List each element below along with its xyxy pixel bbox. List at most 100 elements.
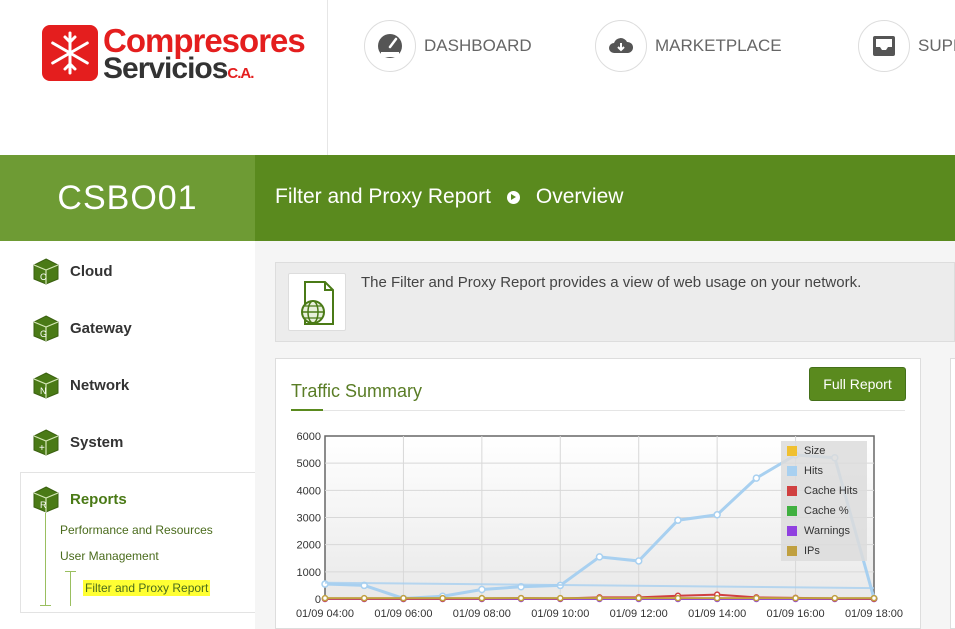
data-point	[792, 594, 799, 602]
nav-marketplace-label: MARKETPLACE	[655, 36, 782, 55]
cube-icon: +	[32, 428, 60, 456]
y-tick-label: 1000	[297, 567, 321, 579]
panel-title: Traffic Summary	[291, 381, 423, 401]
sidebar-sub-user-management[interactable]: User Management	[60, 549, 159, 563]
nav-support-label: SUPP	[918, 36, 955, 55]
top-header: Compresores ServiciosC.A. DASHBOARD MARK…	[0, 0, 955, 155]
logo-suffix: C.A.	[227, 65, 254, 82]
data-point	[439, 594, 446, 602]
data-point	[478, 585, 486, 594]
svg-text:N: N	[40, 386, 47, 396]
svg-text:C: C	[40, 272, 47, 282]
x-tick-label: 01/09 06:00	[374, 608, 432, 620]
sidebar-item-label: Cloud	[70, 262, 113, 280]
data-point	[400, 594, 407, 602]
svg-text:R: R	[40, 500, 47, 510]
sidebar-sub-filter-proxy[interactable]: Filter and Proxy Report	[83, 580, 211, 596]
data-point	[635, 594, 642, 602]
sidebar-item-label: System	[70, 433, 124, 451]
data-point	[831, 594, 839, 602]
sidebar-item-system[interactable]: + System	[32, 427, 123, 457]
x-tick-label: 01/09 14:00	[688, 608, 746, 620]
data-point	[596, 594, 603, 602]
x-axis-ticks: 01/09 04:00 01/09 06:00 01/09 08:00 01/09 1…	[296, 608, 903, 620]
cube-icon: G	[32, 314, 60, 342]
sidebar-sub-performance[interactable]: Performance and Resources	[60, 523, 213, 537]
breadcrumb-page: Overview	[535, 185, 624, 208]
cube-icon: N	[32, 371, 60, 399]
chart-legend: Size Hits Cache Hits Cache % Warnings IP…	[781, 441, 867, 561]
tree-tick	[40, 605, 51, 606]
info-text: The Filter and Proxy Report provides a v…	[361, 274, 862, 291]
data-point	[557, 594, 564, 602]
sidebar-item-cloud[interactable]: C Cloud	[32, 256, 113, 286]
y-tick-label: 6000	[297, 431, 321, 443]
download-cloud-icon	[595, 20, 647, 72]
cube-icon: C	[32, 257, 60, 285]
y-tick-label: 2000	[297, 540, 321, 552]
sidebar-item-label: Gateway	[70, 319, 132, 337]
x-tick-label: 01/09 16:00	[767, 608, 825, 620]
data-point	[321, 594, 329, 602]
breadcrumb-section[interactable]: Filter and Proxy Report	[275, 185, 491, 209]
x-tick-label: 01/09 04:00	[296, 608, 354, 620]
legend-item-hits: Hits	[787, 464, 823, 478]
sidebar-item-reports[interactable]: R Reports	[32, 484, 127, 514]
chevron-right-icon	[506, 190, 520, 204]
data-point	[753, 594, 760, 602]
nav-dashboard-label: DASHBOARD	[424, 36, 532, 55]
x-tick-label: 01/09 10:00	[531, 608, 589, 620]
y-tick-label: 4000	[297, 485, 321, 497]
nav-support[interactable]: SUPP	[858, 20, 955, 72]
svg-text:G: G	[40, 329, 47, 339]
legend-item-size: Size	[787, 444, 825, 458]
x-tick-label: 01/09 18:00	[845, 608, 903, 620]
nav-dashboard[interactable]: DASHBOARD	[364, 20, 532, 72]
y-tick-label: 0	[315, 594, 321, 606]
sidebar-item-network[interactable]: N Network	[32, 370, 129, 400]
legend-item-cache-percent: Cache %	[787, 504, 849, 518]
sidebar-item-label: Reports	[70, 490, 127, 508]
data-point	[478, 594, 486, 602]
cube-icon: R	[32, 485, 60, 513]
logo[interactable]: Compresores ServiciosC.A.	[0, 0, 328, 155]
data-point	[870, 594, 878, 602]
sidebar-item-label: Network	[70, 376, 130, 394]
legend-item-ips: IPs	[787, 544, 820, 558]
data-point	[634, 557, 643, 565]
side-panel	[950, 358, 955, 629]
sidebar-item-gateway[interactable]: G Gateway	[32, 313, 132, 343]
y-axis-ticks: 0 1000 2000 3000 4000 5000 6000	[297, 431, 321, 606]
panel-divider-accent	[291, 409, 323, 411]
site-name: CSBO01	[0, 155, 255, 241]
snowflake-icon	[42, 25, 98, 81]
tree-tick	[65, 571, 76, 572]
panel-divider	[291, 410, 905, 411]
data-point	[595, 553, 604, 561]
legend-item-cache-hits: Cache Hits	[787, 484, 858, 498]
tree-line	[70, 572, 71, 606]
data-point	[752, 474, 761, 482]
tree-line	[45, 513, 46, 606]
traffic-summary-panel: Traffic Summary Full Report 0 1000 2000 300…	[275, 358, 921, 629]
legend-item-warnings: Warnings	[787, 524, 850, 538]
globe-document-icon	[288, 273, 346, 331]
y-tick-label: 3000	[297, 513, 321, 525]
data-point	[713, 511, 721, 519]
gauge-icon	[364, 20, 416, 72]
data-point	[674, 594, 682, 602]
x-tick-label: 01/09 12:00	[610, 608, 668, 620]
breadcrumb: Filter and Proxy Report Overview	[275, 185, 623, 209]
data-point	[713, 594, 721, 602]
x-tick-label: 01/09 08:00	[453, 608, 511, 620]
data-point	[360, 594, 368, 602]
data-point	[517, 594, 525, 602]
full-report-button[interactable]: Full Report	[809, 367, 906, 401]
y-tick-label: 5000	[297, 458, 321, 470]
nav-marketplace[interactable]: MARKETPLACE	[595, 20, 782, 72]
svg-text:+: +	[39, 443, 45, 454]
info-box: The Filter and Proxy Report provides a v…	[275, 262, 955, 342]
inbox-icon	[858, 20, 910, 72]
data-point	[674, 516, 682, 524]
logo-line-2: ServiciosC.A.	[103, 52, 254, 85]
